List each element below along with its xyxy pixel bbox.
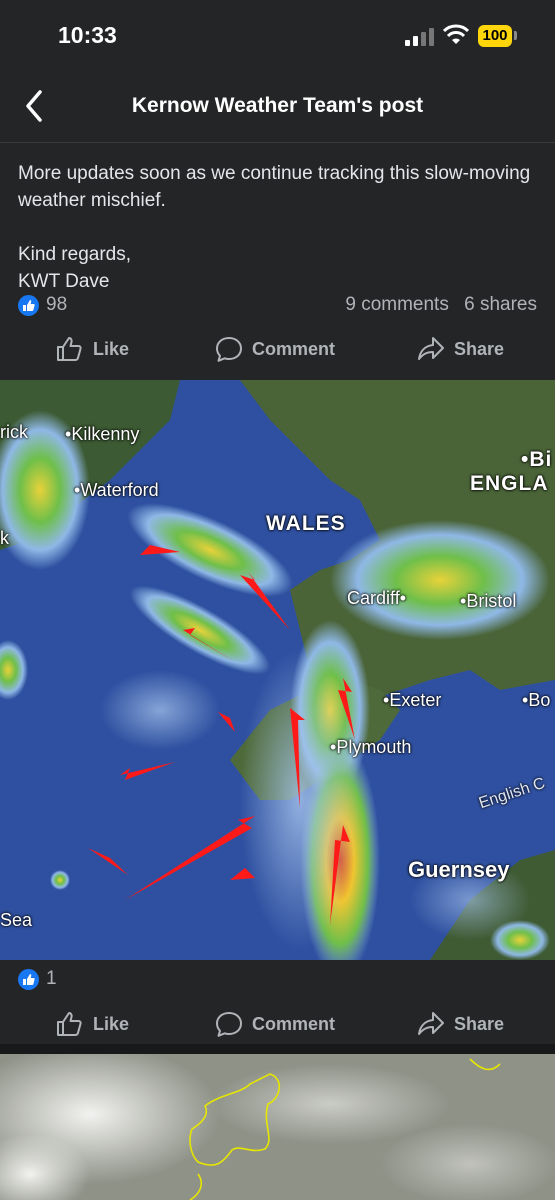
post-body: More updates soon as we continue trackin… (18, 160, 538, 295)
comment-count[interactable]: 9 comments (345, 294, 448, 315)
satellite-graphic (0, 1054, 555, 1200)
like-button[interactable]: Like (55, 324, 129, 374)
radar-map-image[interactable]: rick •Kilkenny •Waterford k WALES ENGLA … (0, 380, 555, 960)
nav-bar: Kernow Weather Team's post (0, 72, 555, 143)
map-label-plymouth: •Plymouth (330, 737, 412, 757)
share-arrow-icon (418, 1012, 444, 1035)
photo-like-count[interactable]: 1 (46, 968, 57, 990)
share-count[interactable]: 6 shares (464, 294, 537, 315)
cellular-signal-icon (405, 28, 434, 46)
thumbs-up-icon (57, 1012, 82, 1036)
map-label-rick: rick (0, 422, 28, 442)
battery-indicator: 100 (478, 25, 512, 47)
map-label-guernsey: Guernsey (408, 857, 510, 882)
map-label-sea: Sea (0, 910, 33, 930)
share-label: Share (454, 338, 505, 359)
wifi-icon (443, 24, 469, 44)
map-label-k: k (0, 528, 9, 548)
reactions-row: 98 9 comments 6 shares (0, 292, 555, 320)
photo-comment-button[interactable]: Comment (214, 999, 335, 1049)
post-actions: Like Comment Share (0, 324, 555, 374)
comment-button[interactable]: Comment (214, 324, 335, 374)
map-label-bo: •Bo (522, 690, 551, 710)
photo-share-button[interactable]: Share (416, 999, 504, 1049)
section-divider (0, 1044, 555, 1054)
photo-actions: Like Comment Share (0, 999, 555, 1049)
like-reaction-icon[interactable] (18, 969, 39, 990)
like-reaction-icon[interactable] (18, 295, 39, 316)
page-title: Kernow Weather Team's post (131, 94, 424, 117)
status-time: 10:33 (58, 22, 117, 48)
comment-bubble-icon (216, 337, 242, 362)
share-button[interactable]: Share (416, 324, 504, 374)
map-label-kilkenny: •Kilkenny (65, 424, 140, 444)
like-label: Like (93, 338, 130, 359)
map-label-cardiff: Cardiff• (347, 588, 407, 608)
photo-reactions-row: 1 (0, 966, 555, 994)
photo-like-button[interactable]: Like (55, 999, 129, 1049)
map-label-bi: •Bi (521, 448, 553, 471)
status-bar: 10:33 100 (0, 0, 555, 72)
share-label: Share (454, 1013, 505, 1034)
post-text-line: More updates soon as we continue trackin… (18, 163, 531, 211)
comment-label: Comment (252, 338, 336, 359)
map-label-wales: WALES (266, 512, 346, 535)
map-label-england: ENGLA (470, 472, 549, 495)
like-label: Like (93, 1013, 130, 1034)
thumbs-up-icon (57, 337, 82, 361)
post-sign-off: Kind regards, (18, 244, 132, 265)
share-arrow-icon (418, 337, 444, 360)
map-label-bristol: •Bristol (460, 591, 517, 611)
map-label-exeter: •Exeter (383, 690, 442, 710)
comment-label: Comment (252, 1013, 336, 1034)
map-label-waterford: •Waterford (74, 480, 159, 500)
battery-tip (514, 31, 517, 40)
like-count[interactable]: 98 (46, 294, 67, 316)
post-signature: KWT Dave (18, 271, 110, 292)
comment-bubble-icon (216, 1012, 242, 1037)
satellite-image[interactable] (0, 1054, 555, 1200)
